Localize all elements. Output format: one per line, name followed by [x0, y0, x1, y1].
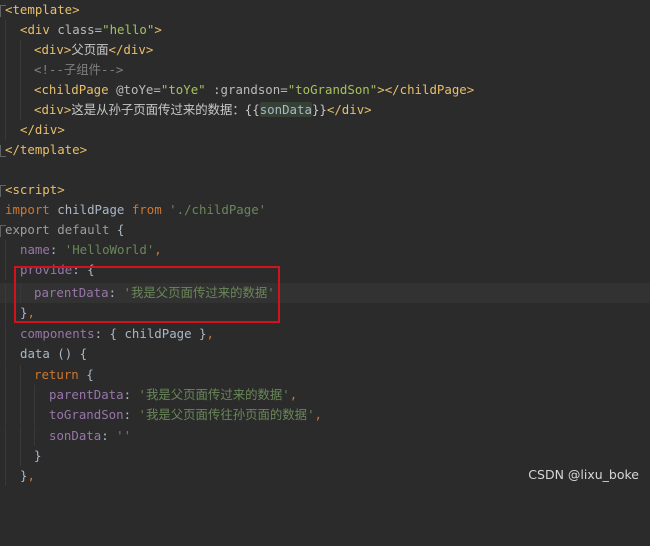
code-line-22: sonData: '' — [0, 426, 650, 446]
tag-template: template — [12, 2, 73, 17]
code-editor[interactable]: <template> <div class="hello"> <div>父页面<… — [0, 0, 650, 487]
code-line-12: export default { — [0, 220, 650, 240]
code-line-13: name: 'HelloWorld', — [0, 240, 650, 260]
code-line-17: components: { childPage }, — [0, 324, 650, 344]
code-line-18: data () { — [0, 344, 650, 364]
code-line-20: parentData: '我是父页面传过来的数据', — [0, 385, 650, 405]
code-line-8: </template> — [0, 140, 650, 160]
code-line-4: <!--子组件--> — [0, 60, 650, 80]
code-line-2: <div class="hello"> — [0, 20, 650, 40]
mustache-binding: sonData — [259, 102, 312, 117]
code-line-5: <childPage @toYe="toYe" :grandson="toGra… — [0, 80, 650, 100]
code-line-10: <script> — [0, 180, 650, 200]
code-line-6: <div>这是从孙子页面传过来的数据：{{sonData}}</div> — [0, 100, 650, 120]
code-line-1: <template> — [0, 0, 650, 20]
code-line-3: <div>父页面</div> — [0, 40, 650, 60]
code-line-19: return { — [0, 365, 650, 385]
code-line-23: } — [0, 446, 650, 466]
watermark: CSDN @lixu_boke — [528, 467, 639, 482]
highlight-box — [14, 266, 280, 323]
code-line-11: import childPage from './childPage' — [5, 202, 267, 217]
code-line-7: </div> — [0, 120, 650, 140]
code-line-21: toGrandSon: '我是父页面传往孙页面的数据', — [0, 405, 650, 425]
